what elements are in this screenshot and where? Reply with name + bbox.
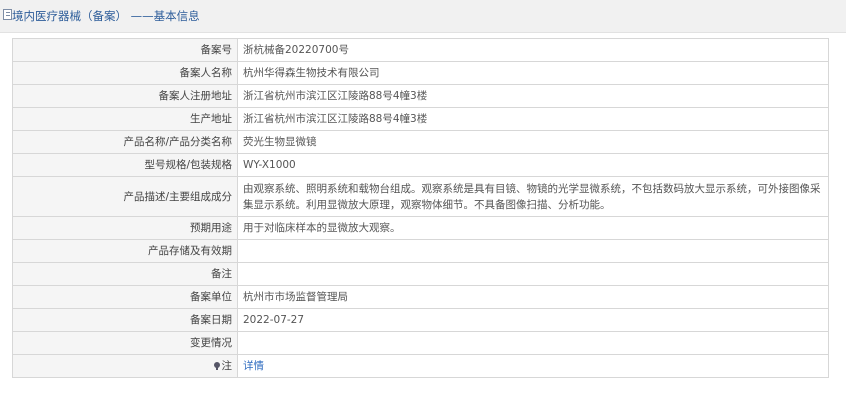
row-label: 备案单位 <box>12 285 238 309</box>
table-row: 变更情况 <box>12 331 829 355</box>
table-row: 产品描述/主要组成成分 由观察系统、照明系统和载物台组成。观察系统是具有目镜、物… <box>12 176 829 217</box>
table-row: 备案号 浙杭械备20220700号 <box>12 38 829 62</box>
row-value: WY-X1000 <box>237 153 829 177</box>
page-title: 境内医疗器械（备案） ——基本信息 <box>12 9 200 23</box>
row-value <box>237 239 829 263</box>
row-value: 杭州华得森生物技术有限公司 <box>237 61 829 85</box>
row-value: 用于对临床样本的显微放大观察。 <box>237 216 829 240</box>
row-value: 荧光生物显微镜 <box>237 130 829 154</box>
row-label: 生产地址 <box>12 107 238 131</box>
table-row: 产品存储及有效期 <box>12 239 829 263</box>
row-value: 浙江省杭州市滨江区江陵路88号4幢3楼 <box>237 84 829 108</box>
row-value: 浙杭械备20220700号 <box>237 38 829 62</box>
row-value: 杭州市市场监督管理局 <box>237 285 829 309</box>
row-label: 产品存储及有效期 <box>12 239 238 263</box>
row-value: 2022-07-27 <box>237 308 829 332</box>
table-row: 生产地址 浙江省杭州市滨江区江陵路88号4幢3楼 <box>12 107 829 131</box>
row-label: 产品名称/产品分类名称 <box>12 130 238 154</box>
row-value <box>237 262 829 286</box>
table-row: 备注 <box>12 262 829 286</box>
row-label: 备注 <box>12 262 238 286</box>
table-row: 型号规格/包装规格 WY-X1000 <box>12 153 829 177</box>
table-row: 产品名称/产品分类名称 荧光生物显微镜 <box>12 130 829 154</box>
row-label: 变更情况 <box>12 331 238 355</box>
row-value: 浙江省杭州市滨江区江陵路88号4幢3楼 <box>237 107 829 131</box>
details-link[interactable]: 详情 <box>243 360 264 372</box>
table-row: 备案日期 2022-07-27 <box>12 308 829 332</box>
table-row: 注 详情 <box>12 354 829 378</box>
row-label: 预期用途 <box>12 216 238 240</box>
table-row: 备案单位 杭州市市场监督管理局 <box>12 285 829 309</box>
table-row: 备案人注册地址 浙江省杭州市滨江区江陵路88号4幢3楼 <box>12 84 829 108</box>
row-label: 产品描述/主要组成成分 <box>12 176 238 217</box>
page-header: 境内医疗器械（备案） ——基本信息 <box>0 0 846 33</box>
row-label: 备案人注册地址 <box>12 84 238 108</box>
table-row: 备案人名称 杭州华得森生物技术有限公司 <box>12 61 829 85</box>
note-label-cell: 注 <box>12 354 238 378</box>
pin-icon <box>213 362 220 370</box>
document-icon <box>3 9 12 20</box>
row-label: 备案日期 <box>12 308 238 332</box>
info-table: 备案号 浙杭械备20220700号 备案人名称 杭州华得森生物技术有限公司 备案… <box>12 38 829 378</box>
row-label: 型号规格/包装规格 <box>12 153 238 177</box>
note-label: 注 <box>221 360 233 372</box>
table-row: 预期用途 用于对临床样本的显微放大观察。 <box>12 216 829 240</box>
row-label: 备案人名称 <box>12 61 238 85</box>
row-value: 由观察系统、照明系统和载物台组成。观察系统是具有目镜、物镜的光学显微系统，不包括… <box>237 176 829 217</box>
note-value: 详情 <box>237 354 829 378</box>
row-label: 备案号 <box>12 38 238 62</box>
row-value <box>237 331 829 355</box>
